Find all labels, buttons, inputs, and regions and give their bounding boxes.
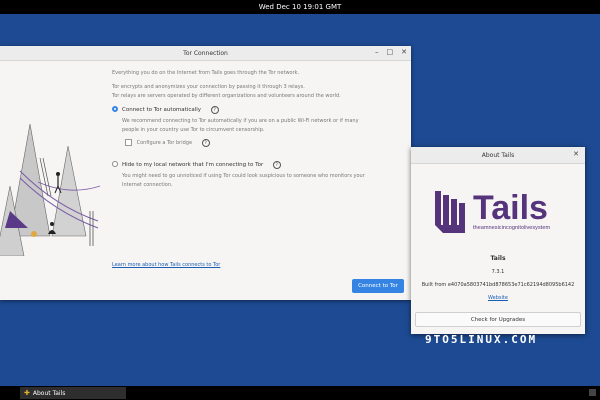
workspace-switcher[interactable] [589,389,596,396]
build-info: Built from e4070a5803741bd878653e71c6219… [421,282,575,288]
clock[interactable]: Wed Dec 10 19:01 GMT [259,3,342,11]
minimize-icon[interactable]: – [375,48,379,56]
tails-app-icon: ✚ [24,389,30,397]
about-title: About Tails [481,151,515,159]
close-icon[interactable]: ✕ [573,150,579,158]
learn-more-link[interactable]: Learn more about how Tails connects to T… [112,262,220,268]
option1-label[interactable]: Connect to Tor automatically [122,107,201,113]
radio-connect-automatically[interactable] [112,106,118,112]
tor-connection-window: Tor Connection – □ ✕ Everything you do o… [0,46,411,300]
bridge-checkbox-row[interactable]: Configure a Tor bridge ? [122,139,402,147]
tor-titlebar[interactable]: Tor Connection – □ ✕ [0,46,411,61]
intro-text: Everything you do on the Internet from T… [112,70,300,76]
taskbar: ✚ About Tails [0,386,600,400]
website-link[interactable]: Website [411,295,585,301]
check-for-upgrades-button[interactable]: Check for Upgrades [415,312,581,327]
taskbar-item-about-tails[interactable]: ✚ About Tails [20,387,126,399]
intro-text-2: Tor encrypts and anonymizes your connect… [112,84,305,90]
help-icon[interactable]: ? [210,106,219,114]
tor-window-title: Tor Connection [183,49,228,57]
radio-hide-tor[interactable] [112,161,118,167]
option2-label[interactable]: Hide to my local network that I'm connec… [122,162,263,168]
option1-desc: We recommend connecting to Tor automatic… [122,118,359,124]
logo-tagline: theamnesicincognitolivesystem [473,225,550,231]
tails-logo: Tails theamnesicincognitolivesystem [435,189,550,233]
app-version: 7.3.1 [491,269,505,275]
bridge-checkbox[interactable] [125,139,132,146]
help-icon[interactable]: ? [272,161,281,169]
logo-wordmark: Tails [473,189,548,227]
app-name: Tails [490,255,506,262]
close-icon[interactable]: ✕ [401,48,407,56]
watermark: 9TO5LINUX.COM [425,333,538,346]
option2-desc: You might need to go unnoticed if using … [122,173,365,179]
intro-text-3: Tor relays are servers operated by diffe… [112,93,341,99]
about-titlebar[interactable]: About Tails ✕ [411,147,585,164]
option1-desc-2: people in your country use Tor to circum… [122,127,265,133]
tor-illustration [0,123,101,256]
connect-to-tor-button[interactable]: Connect to Tor [352,279,404,293]
option2-desc-2: Internet connection. [122,182,173,188]
option-hide-tor[interactable]: Hide to my local network that I'm connec… [112,161,402,189]
maximize-icon[interactable]: □ [387,48,394,56]
top-bar: Wed Dec 10 19:01 GMT [0,0,600,14]
about-tails-dialog: About Tails ✕ Tails theamnesicincognitol… [411,147,585,334]
help-icon[interactable]: ? [201,139,210,147]
taskbar-item-label: About Tails [32,389,66,397]
option-connect-automatically[interactable]: Connect to Tor automatically ? We recomm… [112,106,402,147]
bridge-checkbox-label[interactable]: Configure a Tor bridge [137,140,192,146]
